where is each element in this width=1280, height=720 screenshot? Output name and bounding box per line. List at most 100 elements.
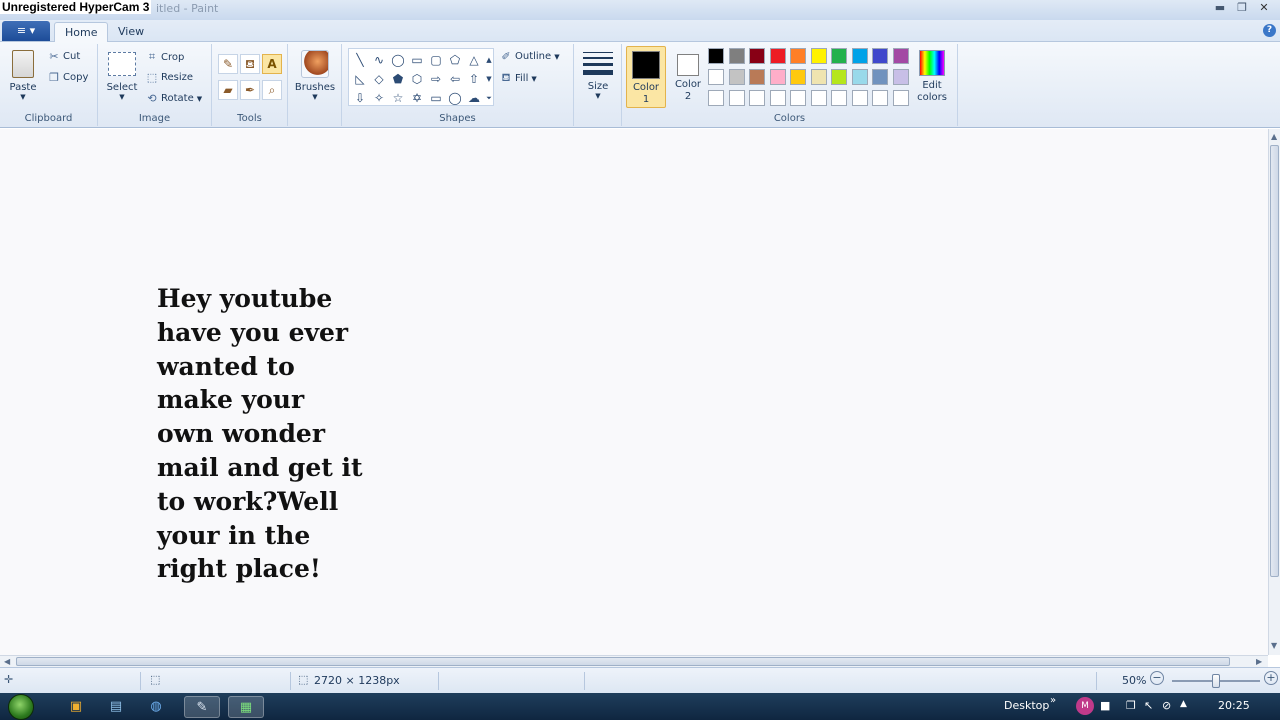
palette-color-swatch[interactable] xyxy=(728,48,745,64)
brushes-button[interactable]: Brushes ▼ xyxy=(292,48,338,101)
tab-home[interactable]: Home xyxy=(54,22,109,42)
palette-color-swatch[interactable] xyxy=(728,69,745,85)
edit-colors-button[interactable]: Edit colors xyxy=(912,48,952,104)
drawing-canvas[interactable]: Hey youtube have you ever wanted to make… xyxy=(0,129,1268,655)
pentagon-shape-icon[interactable]: ⬟ xyxy=(389,70,407,88)
recorder-task-icon[interactable]: ▦ xyxy=(228,696,264,718)
right-triangle-shape-icon[interactable]: ◺ xyxy=(351,70,369,88)
expand-gallery-icon[interactable]: ⏷ xyxy=(483,89,495,107)
copy-button[interactable]: ❐ Copy xyxy=(48,71,88,84)
palette-color-swatch[interactable] xyxy=(810,69,827,85)
vertical-scroll-thumb[interactable] xyxy=(1270,145,1279,577)
five-point-star-shape-icon[interactable]: ☆ xyxy=(389,89,407,107)
zoom-slider-track[interactable] xyxy=(1172,674,1260,688)
scroll-down-icon[interactable]: ▼ xyxy=(483,70,495,88)
palette-color-swatch[interactable] xyxy=(708,48,724,64)
six-point-star-shape-icon[interactable]: ✡ xyxy=(408,89,426,107)
palette-color-swatch[interactable] xyxy=(790,90,806,106)
palette-color-swatch[interactable] xyxy=(872,90,888,106)
paste-button[interactable]: Paste ▼ xyxy=(4,48,42,101)
pencil-icon[interactable]: ✎ xyxy=(218,54,238,74)
resize-button[interactable]: ⬚ Resize xyxy=(146,71,193,84)
oval-shape-icon[interactable]: ◯ xyxy=(389,51,407,69)
palette-color-swatch[interactable] xyxy=(872,48,888,64)
text-tool-icon[interactable]: A xyxy=(262,54,282,74)
left-arrow-shape-icon[interactable]: ⇦ xyxy=(446,70,464,88)
folder-icon[interactable]: ▤ xyxy=(98,696,134,718)
fill-button[interactable]: ⛾ Fill ▼ xyxy=(500,71,537,86)
palette-color-swatch[interactable] xyxy=(810,48,827,64)
crop-button[interactable]: ⌗ Crop xyxy=(146,50,184,64)
size-button[interactable]: Size ▼ xyxy=(578,48,618,100)
scroll-down-icon[interactable]: ▼ xyxy=(1271,641,1277,650)
horizontal-scroll-thumb[interactable] xyxy=(16,657,1230,666)
color-1-button[interactable]: Color 1 xyxy=(626,46,666,108)
scroll-left-icon[interactable]: ◀ xyxy=(4,657,10,666)
palette-color-swatch[interactable] xyxy=(790,48,806,64)
zoom-slider-thumb[interactable] xyxy=(1212,674,1220,688)
clock[interactable]: 20:25 xyxy=(1218,699,1250,712)
rotate-button[interactable]: ⟲ Rotate ▼ xyxy=(146,92,202,105)
palette-color-swatch[interactable] xyxy=(749,90,765,106)
curve-shape-icon[interactable]: ∿ xyxy=(370,51,388,69)
media-player-icon[interactable]: ▣ xyxy=(58,696,94,718)
palette-color-swatch[interactable] xyxy=(851,48,868,64)
tray-cursor-icon[interactable]: ↖ xyxy=(1144,699,1153,712)
palette-color-swatch[interactable] xyxy=(810,90,827,106)
palette-color-swatch[interactable] xyxy=(892,69,909,85)
right-arrow-shape-icon[interactable]: ⇨ xyxy=(427,70,445,88)
rounded-rectangle-shape-icon[interactable]: ▢ xyxy=(427,51,445,69)
line-shape-icon[interactable]: ╲ xyxy=(351,51,369,69)
palette-color-swatch[interactable] xyxy=(769,48,786,64)
chevron-right-icon[interactable]: » xyxy=(1050,695,1056,706)
palette-color-swatch[interactable] xyxy=(831,69,847,85)
hexagon-shape-icon[interactable]: ⬡ xyxy=(408,70,426,88)
fill-bucket-icon[interactable]: ⛾ xyxy=(240,54,260,74)
color-2-button[interactable]: Color 2 xyxy=(668,46,708,108)
browser-icon[interactable]: ◍ xyxy=(138,696,174,718)
close-icon[interactable]: ✕ xyxy=(1254,0,1274,16)
rectangle-shape-icon[interactable]: ▭ xyxy=(408,51,426,69)
scroll-up-icon[interactable]: ▲ xyxy=(1271,132,1277,141)
palette-color-swatch[interactable] xyxy=(851,69,868,85)
down-arrow-shape-icon[interactable]: ⇩ xyxy=(351,89,369,107)
cut-button[interactable]: ✂ Cut xyxy=(48,50,80,63)
palette-color-swatch[interactable] xyxy=(749,48,765,64)
tray-app-icon[interactable]: M xyxy=(1076,697,1094,715)
polygon-shape-icon[interactable]: ⬠ xyxy=(446,51,464,69)
rect-callout-shape-icon[interactable]: ▭ xyxy=(427,89,445,107)
zoom-in-icon[interactable]: + xyxy=(1264,671,1278,685)
palette-color-swatch[interactable] xyxy=(708,69,724,85)
paint-task-icon[interactable]: ✎ xyxy=(184,696,220,718)
palette-color-swatch[interactable] xyxy=(892,48,909,64)
diamond-shape-icon[interactable]: ◇ xyxy=(370,70,388,88)
tray-settings-icon[interactable]: ⊘ xyxy=(1162,699,1171,712)
select-button[interactable]: Select ▼ xyxy=(104,48,140,101)
zoom-out-icon[interactable]: − xyxy=(1150,671,1164,685)
eraser-icon[interactable]: ▰ xyxy=(218,80,238,100)
palette-color-swatch[interactable] xyxy=(769,69,786,85)
palette-color-swatch[interactable] xyxy=(749,69,765,85)
palette-color-swatch[interactable] xyxy=(831,90,847,106)
maximize-icon[interactable]: ❐ xyxy=(1232,0,1252,16)
tray-expand-icon[interactable]: ▲ xyxy=(1180,699,1187,709)
tray-stop-icon[interactable]: ■ xyxy=(1100,699,1110,712)
minimize-icon[interactable]: ▬ xyxy=(1210,0,1230,16)
palette-color-swatch[interactable] xyxy=(831,48,847,64)
four-point-star-shape-icon[interactable]: ✧ xyxy=(370,89,388,107)
magnifier-icon[interactable]: ⌕ xyxy=(262,80,282,100)
triangle-shape-icon[interactable]: △ xyxy=(465,51,483,69)
oval-callout-shape-icon[interactable]: ◯ xyxy=(446,89,464,107)
cloud-callout-shape-icon[interactable]: ☁ xyxy=(465,89,483,107)
desktop-toolbar-label[interactable]: Desktop xyxy=(1004,699,1049,712)
outline-button[interactable]: ✐ Outline ▼ xyxy=(500,50,559,63)
up-arrow-shape-icon[interactable]: ⇧ xyxy=(465,70,483,88)
app-menu-button[interactable]: ≡ ▾ xyxy=(2,21,50,41)
palette-color-swatch[interactable] xyxy=(872,69,888,85)
vertical-scrollbar[interactable]: ▲ ▼ xyxy=(1268,129,1280,655)
palette-color-swatch[interactable] xyxy=(892,90,909,106)
tab-view[interactable]: View xyxy=(108,22,154,42)
scroll-up-icon[interactable]: ▲ xyxy=(483,51,495,69)
horizontal-scrollbar[interactable]: ◀ ▶ xyxy=(0,655,1268,667)
palette-color-swatch[interactable] xyxy=(728,90,745,106)
